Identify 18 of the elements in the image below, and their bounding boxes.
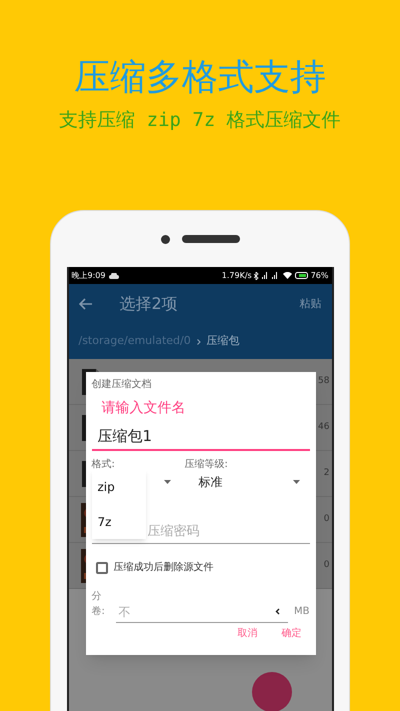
file-size: 0 xyxy=(324,512,330,526)
subheadline: 支持压缩 zip 7z 格式压缩文件 xyxy=(59,108,341,132)
level-label: 压缩等级: xyxy=(184,458,229,472)
checkbox-label: 压缩成功后删除源文件 xyxy=(114,560,214,575)
name-label: 请输入文件名 xyxy=(102,399,186,418)
headline: 压缩多格式支持 xyxy=(74,56,326,100)
app-bar-title: 选择2项 xyxy=(120,293,178,315)
split-label: 分卷: xyxy=(92,590,106,619)
file-size: 0 xyxy=(324,558,330,572)
status-time: 晚上9:09 xyxy=(72,270,106,282)
network-speed: 1.79K/s xyxy=(222,270,252,282)
file-size: 2 xyxy=(324,466,330,480)
file-size: 58 xyxy=(318,374,330,388)
format-label: 格式: xyxy=(92,458,116,472)
file-size: 46 xyxy=(318,420,330,434)
dialog-title: 创建压缩文档 xyxy=(92,378,152,392)
split-unit: MB xyxy=(294,605,310,619)
battery-level: 76% xyxy=(310,270,328,282)
